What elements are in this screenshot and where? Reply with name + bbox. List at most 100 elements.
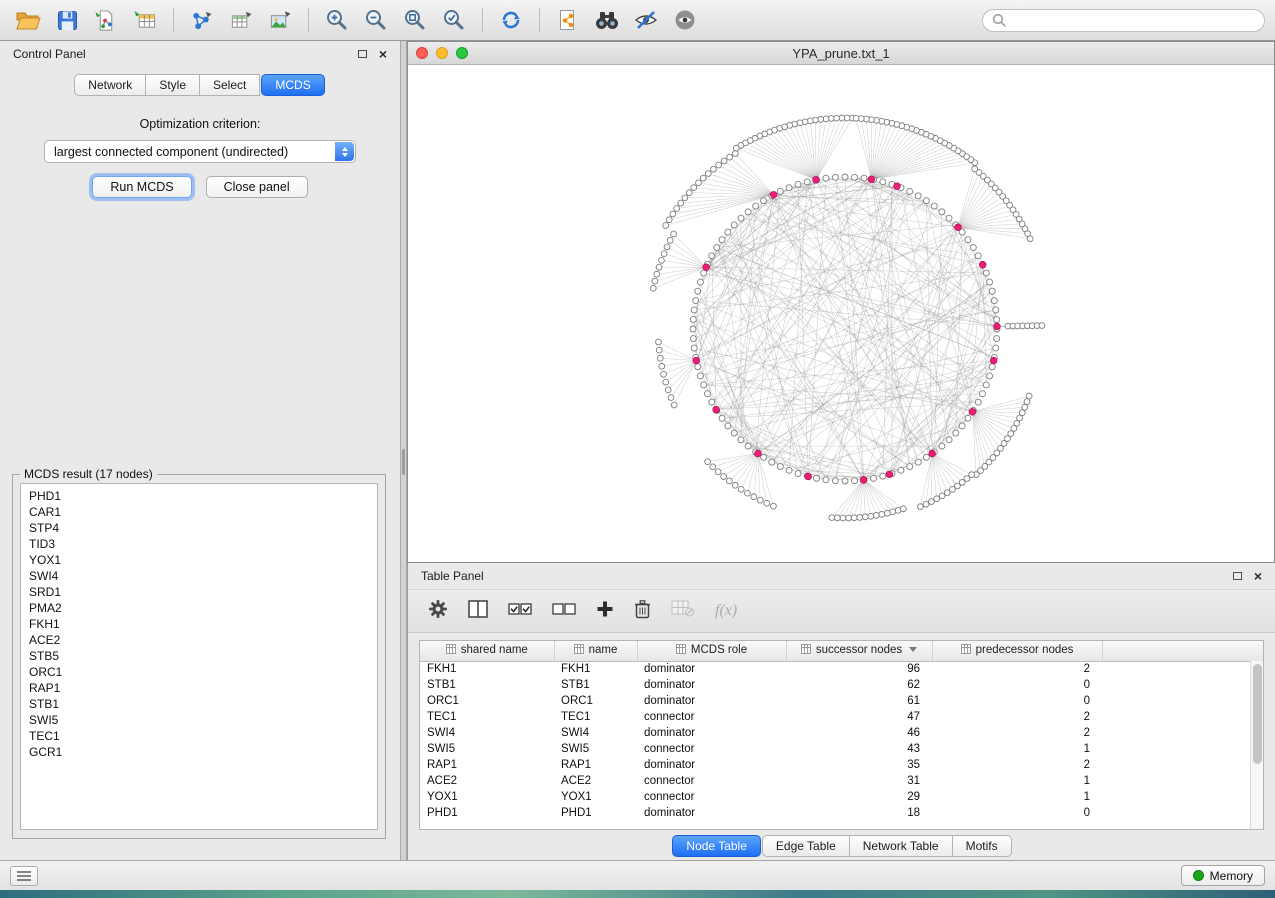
cell-successor-nodes[interactable]: 62: [786, 677, 932, 693]
table-row[interactable]: ACE2ACE2connector311: [420, 773, 1263, 789]
cell-name[interactable]: ACE2: [554, 773, 637, 789]
mcds-result-item[interactable]: CAR1: [21, 504, 377, 520]
mcds-result-item[interactable]: TEC1: [21, 728, 377, 744]
table-row[interactable]: RAP1RAP1dominator352: [420, 757, 1263, 773]
cell-mcds-role[interactable]: dominator: [637, 725, 786, 741]
table-row[interactable]: SWI5SWI5connector431: [420, 741, 1263, 757]
cell-successor-nodes[interactable]: 31: [786, 773, 932, 789]
mcds-result-item[interactable]: ACE2: [21, 632, 377, 648]
tab-motifs[interactable]: Motifs: [953, 835, 1012, 857]
cell-name[interactable]: FKH1: [554, 661, 637, 677]
import-table-button[interactable]: [127, 4, 163, 36]
table-row[interactable]: PHD1PHD1dominator180: [420, 805, 1263, 821]
mcds-result-item[interactable]: SRD1: [21, 584, 377, 600]
cell-mcds-role[interactable]: dominator: [637, 805, 786, 821]
mcds-result-item[interactable]: PHD1: [21, 488, 377, 504]
cell-name[interactable]: RAP1: [554, 757, 637, 773]
cell-mcds-role[interactable]: dominator: [637, 661, 786, 677]
zoom-in-button[interactable]: [319, 4, 355, 36]
mcds-result-item[interactable]: SWI4: [21, 568, 377, 584]
mcds-result-item[interactable]: RAP1: [21, 680, 377, 696]
table-scrollbar[interactable]: [1250, 661, 1263, 829]
cell-successor-nodes[interactable]: 43: [786, 741, 932, 757]
cell-successor-nodes[interactable]: 61: [786, 693, 932, 709]
close-panel-icon[interactable]: ×: [379, 49, 387, 59]
cell-shared-name[interactable]: SWI5: [420, 741, 554, 757]
cell-successor-nodes[interactable]: 46: [786, 725, 932, 741]
cell-predecessor-nodes[interactable]: 1: [932, 789, 1102, 805]
cell-predecessor-nodes[interactable]: 2: [932, 725, 1102, 741]
cell-mcds-role[interactable]: dominator: [637, 693, 786, 709]
mcds-result-item[interactable]: ORC1: [21, 664, 377, 680]
cell-predecessor-nodes[interactable]: 1: [932, 773, 1102, 789]
cell-successor-nodes[interactable]: 35: [786, 757, 932, 773]
table-row[interactable]: TEC1TEC1connector472: [420, 709, 1263, 725]
save-session-button[interactable]: [49, 4, 85, 36]
table-row[interactable]: SWI4SWI4dominator462: [420, 725, 1263, 741]
cell-successor-nodes[interactable]: 29: [786, 789, 932, 805]
tab-select[interactable]: Select: [200, 74, 260, 96]
search-network-button[interactable]: [589, 4, 625, 36]
tab-network[interactable]: Network: [74, 74, 146, 96]
add-column-button[interactable]: [596, 600, 614, 623]
tab-style[interactable]: Style: [146, 74, 200, 96]
export-network-button[interactable]: [184, 4, 220, 36]
cell-shared-name[interactable]: FKH1: [420, 661, 554, 677]
cell-shared-name[interactable]: RAP1: [420, 757, 554, 773]
cell-mcds-role[interactable]: connector: [637, 709, 786, 725]
hide-selected-button[interactable]: [628, 4, 664, 36]
panel-splitter[interactable]: [400, 41, 407, 860]
cell-mcds-role[interactable]: dominator: [637, 757, 786, 773]
cell-predecessor-nodes[interactable]: 2: [932, 757, 1102, 773]
tab-network-table[interactable]: Network Table: [850, 835, 953, 857]
scrollbar-thumb[interactable]: [1253, 664, 1262, 764]
search-input[interactable]: [1011, 13, 1255, 27]
table-row[interactable]: FKH1FKH1dominator962: [420, 661, 1263, 677]
deselect-all-rows-button[interactable]: [552, 600, 576, 623]
run-mcds-button[interactable]: Run MCDS: [92, 176, 191, 198]
criterion-select[interactable]: largest connected component (undirected): [44, 140, 356, 163]
cell-shared-name[interactable]: YOX1: [420, 789, 554, 805]
zoom-out-button[interactable]: [358, 4, 394, 36]
cell-predecessor-nodes[interactable]: 1: [932, 741, 1102, 757]
network-window-titlebar[interactable]: YPA_prune.txt_1: [408, 42, 1274, 65]
close-panel-button[interactable]: Close panel: [206, 176, 308, 198]
tab-mcds[interactable]: MCDS: [261, 74, 324, 96]
cell-shared-name[interactable]: SWI4: [420, 725, 554, 741]
cell-shared-name[interactable]: TEC1: [420, 709, 554, 725]
cell-mcds-role[interactable]: connector: [637, 773, 786, 789]
export-table-button[interactable]: [223, 4, 259, 36]
column-visibility-button[interactable]: [468, 600, 488, 623]
cell-shared-name[interactable]: ORC1: [420, 693, 554, 709]
mcds-result-item[interactable]: STB1: [21, 696, 377, 712]
cell-name[interactable]: PHD1: [554, 805, 637, 821]
tab-node-table[interactable]: Node Table: [672, 835, 761, 857]
show-view-button[interactable]: [667, 4, 703, 36]
mcds-result-item[interactable]: TID3: [21, 536, 377, 552]
mcds-result-item[interactable]: FKH1: [21, 616, 377, 632]
cell-name[interactable]: SWI5: [554, 741, 637, 757]
cell-predecessor-nodes[interactable]: 0: [932, 693, 1102, 709]
cell-shared-name[interactable]: STB1: [420, 677, 554, 693]
close-panel-icon[interactable]: ×: [1254, 571, 1262, 581]
table-row[interactable]: STB1STB1dominator620: [420, 677, 1263, 693]
tab-edge-table[interactable]: Edge Table: [762, 835, 850, 857]
select-all-rows-button[interactable]: [508, 600, 532, 623]
zoom-selected-button[interactable]: [436, 4, 472, 36]
table-row[interactable]: ORC1ORC1dominator610: [420, 693, 1263, 709]
memory-button[interactable]: Memory: [1181, 865, 1265, 886]
export-image-button[interactable]: [262, 4, 298, 36]
column-header-shared-name[interactable]: shared name: [420, 641, 554, 661]
network-graph-canvas[interactable]: [408, 65, 1274, 562]
open-session-button[interactable]: [10, 4, 46, 36]
column-header-MCDS-role[interactable]: MCDS role: [637, 641, 786, 661]
cell-name[interactable]: ORC1: [554, 693, 637, 709]
mcds-result-item[interactable]: PMA2: [21, 600, 377, 616]
search-box[interactable]: [982, 9, 1265, 32]
table-row[interactable]: YOX1YOX1connector291: [420, 789, 1263, 805]
import-network-button[interactable]: [88, 4, 124, 36]
zoom-fit-button[interactable]: [397, 4, 433, 36]
mcds-result-item[interactable]: YOX1: [21, 552, 377, 568]
cell-successor-nodes[interactable]: 18: [786, 805, 932, 821]
cell-predecessor-nodes[interactable]: 0: [932, 677, 1102, 693]
